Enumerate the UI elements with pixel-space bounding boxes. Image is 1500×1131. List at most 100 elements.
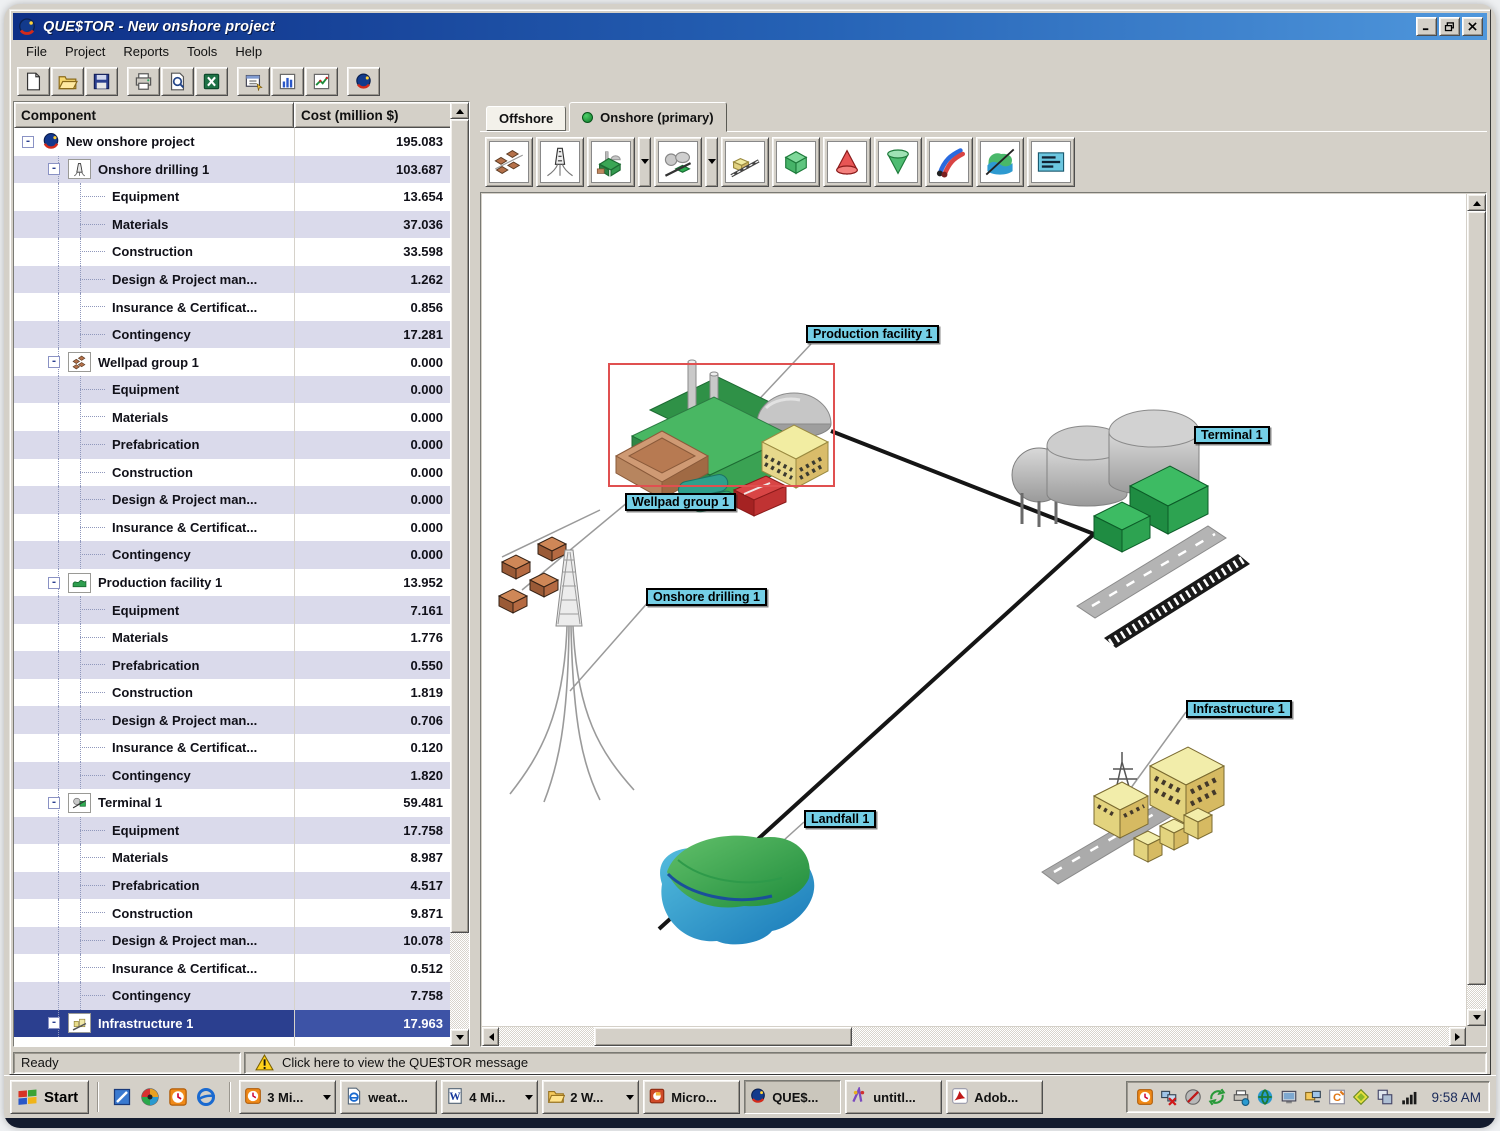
diagram-label[interactable]: Production facility 1	[806, 325, 939, 343]
taskbar-clock[interactable]: 9:58 AM	[1423, 1090, 1481, 1105]
refresh-icon[interactable]	[1207, 1087, 1227, 1107]
add-drilling-button[interactable]	[536, 137, 584, 187]
diagram-label[interactable]: Wellpad group 1	[625, 493, 736, 511]
volume-muted-icon[interactable]	[1183, 1087, 1203, 1107]
wellpad-group-graphic[interactable]	[499, 537, 566, 613]
show-desktop-icon[interactable]	[111, 1086, 133, 1108]
table-row[interactable]: Prefabrication0.000	[14, 431, 469, 459]
column-header-component[interactable]: Component	[14, 102, 294, 128]
scroll-right-button[interactable]	[1449, 1027, 1466, 1046]
open-button[interactable]	[51, 67, 84, 96]
table-row[interactable]: Design & Project man...0.000	[14, 486, 469, 514]
network-offline-icon[interactable]	[1159, 1087, 1179, 1107]
export-excel-button[interactable]	[195, 67, 228, 96]
expand-collapse-box[interactable]: -	[48, 1017, 60, 1029]
task-button[interactable]: 3 Mi...	[239, 1080, 336, 1114]
terminal-graphic[interactable]	[1012, 410, 1250, 648]
table-row[interactable]: Contingency0.000	[14, 541, 469, 569]
menu-tools[interactable]: Tools	[178, 41, 226, 62]
add-production-facility-button[interactable]	[587, 137, 635, 187]
add-wellpad-button[interactable]	[485, 137, 533, 187]
table-row[interactable]: Prefabrication4.517	[14, 872, 469, 900]
scroll-down-button[interactable]	[450, 1029, 469, 1046]
task-button[interactable]: Micro...	[643, 1080, 740, 1114]
diagram-label[interactable]: Landfall 1	[804, 810, 876, 828]
scroll-up-button[interactable]	[450, 102, 469, 119]
add-landfall-button[interactable]	[976, 137, 1024, 187]
task-button[interactable]: 2 W...	[542, 1080, 639, 1114]
table-row[interactable]: -Wellpad group 10.000	[14, 348, 469, 376]
properties-button[interactable]	[237, 67, 270, 96]
tab-offshore[interactable]: Offshore	[486, 106, 566, 131]
printer-icon[interactable]	[1231, 1087, 1251, 1107]
table-row[interactable]: Insurance & Certificat...0.512	[14, 954, 469, 982]
scrollbar-thumb[interactable]	[450, 119, 469, 933]
landfall-graphic[interactable]	[660, 836, 814, 945]
infrastructure-graphic[interactable]	[1042, 747, 1224, 884]
expand-collapse-box[interactable]: -	[48, 577, 60, 589]
questor-home-button[interactable]	[347, 67, 380, 96]
table-row[interactable]: -Terminal 159.481	[14, 789, 469, 817]
add-process-block-button[interactable]	[772, 137, 820, 187]
scroll-up-button[interactable]	[1467, 194, 1486, 211]
canvas-vscrollbar[interactable]	[1467, 194, 1486, 1026]
table-row[interactable]: Equipment0.000	[14, 376, 469, 404]
table-row[interactable]: Contingency7.758	[14, 982, 469, 1010]
restore-button[interactable]	[1439, 17, 1460, 36]
table-row[interactable]: Materials8.987	[14, 844, 469, 872]
expand-collapse-box[interactable]: -	[48, 163, 60, 175]
table-row[interactable]: Design & Project man...1.262	[14, 266, 469, 294]
trend-chart-button[interactable]	[305, 67, 338, 96]
scroll-down-button[interactable]	[1467, 1009, 1486, 1026]
tree-scrollbar[interactable]	[450, 102, 469, 1046]
table-row[interactable]: -Onshore drilling 1103.687	[14, 156, 469, 184]
expand-collapse-box[interactable]: -	[48, 797, 60, 809]
expand-collapse-box[interactable]: -	[22, 136, 34, 148]
table-row[interactable]: Construction0.000	[14, 459, 469, 487]
table-row[interactable]: Insurance & Certificat...0.120	[14, 734, 469, 762]
title-bar[interactable]: QUE$TOR - New onshore project	[13, 13, 1487, 40]
diagram-label[interactable]: Onshore drilling 1	[646, 588, 767, 606]
menu-file[interactable]: File	[17, 41, 56, 62]
expand-collapse-box[interactable]: -	[48, 356, 60, 368]
table-row[interactable]: -Production facility 113.952	[14, 569, 469, 597]
canvas-hscrollbar[interactable]	[482, 1027, 1466, 1046]
scheduler-icon[interactable]	[167, 1086, 189, 1108]
table-row[interactable]: Materials1.776	[14, 624, 469, 652]
window-switcher-icon[interactable]	[1375, 1087, 1395, 1107]
add-funnel-button[interactable]	[874, 137, 922, 187]
table-row[interactable]: Insurance & Certificat...0.856	[14, 293, 469, 321]
signal-icon[interactable]	[1399, 1087, 1419, 1107]
add-pipeline-button[interactable]	[925, 137, 973, 187]
print-preview-button[interactable]	[161, 67, 194, 96]
status-message[interactable]: Click here to view the QUE$TOR message	[282, 1055, 528, 1070]
scheduler-icon[interactable]	[1135, 1087, 1155, 1107]
close-button[interactable]	[1462, 17, 1483, 36]
menu-project[interactable]: Project	[56, 41, 114, 62]
task-button[interactable]: Adob...	[946, 1080, 1043, 1114]
table-row[interactable]: Construction1.819	[14, 679, 469, 707]
menu-help[interactable]: Help	[226, 41, 271, 62]
table-row[interactable]: Materials37.036	[14, 211, 469, 239]
table-row[interactable]: Equipment13.654	[14, 183, 469, 211]
add-infrastructure-button[interactable]	[721, 137, 769, 187]
print-button[interactable]	[127, 67, 160, 96]
start-button[interactable]: Start	[10, 1080, 89, 1114]
diagram-label[interactable]: Terminal 1	[1194, 426, 1270, 444]
table-row[interactable]: Equipment17.758	[14, 817, 469, 845]
corel-icon[interactable]: C	[1327, 1087, 1347, 1107]
menu-reports[interactable]: Reports	[114, 41, 178, 62]
tab-onshore-primary-[interactable]: Onshore (primary)	[569, 102, 726, 132]
table-row[interactable]: Equipment7.161	[14, 596, 469, 624]
scroll-left-button[interactable]	[482, 1027, 499, 1046]
terminal-dropdown-button[interactable]	[705, 137, 718, 187]
minimize-button[interactable]	[1416, 17, 1437, 36]
table-row[interactable]: Construction9.871	[14, 899, 469, 927]
production-facility-dropdown-button[interactable]	[638, 137, 651, 187]
scrollbar-thumb[interactable]	[594, 1027, 852, 1046]
table-row[interactable]: Design & Project man...10.078	[14, 927, 469, 955]
table-row[interactable]: -New onshore project195.083	[14, 128, 469, 156]
table-row[interactable]: Insurance & Certificat...0.000	[14, 514, 469, 542]
globe-icon[interactable]	[1255, 1087, 1275, 1107]
add-terminal-button[interactable]	[654, 137, 702, 187]
